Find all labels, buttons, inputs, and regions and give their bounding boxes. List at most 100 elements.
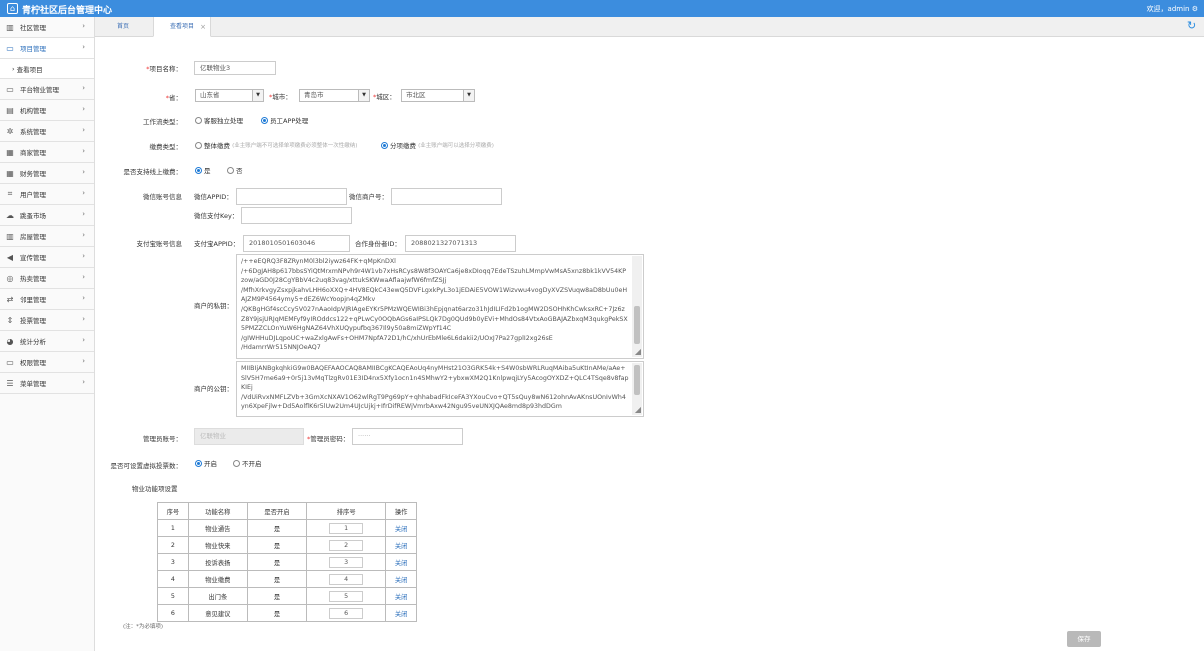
table-row: 2 物业快来是 2 关闭 <box>157 536 417 554</box>
virtual-vote-label: 是否可设置虚拟投票数： <box>110 462 183 470</box>
chevron-right-icon: › <box>82 252 85 260</box>
wechat-info-label: 微信账号信息 <box>143 193 182 201</box>
close-link[interactable]: 关闭 <box>385 553 417 571</box>
sort-input[interactable]: 1 <box>329 522 364 534</box>
sort-input[interactable]: 6 <box>329 607 364 619</box>
sort-input[interactable]: 3 <box>329 556 364 568</box>
wechat-key-input[interactable] <box>241 207 352 224</box>
sort-input[interactable]: 5 <box>329 590 364 602</box>
sidebar-item-house[interactable]: ▥ 房屋管理 › <box>0 226 94 247</box>
sidebar-item-merchant[interactable]: ▦ 商家管理 › <box>0 142 94 163</box>
workflow-radio-service[interactable]: 客服独立处理 <box>195 115 243 125</box>
welcome-text[interactable]: 欢迎，admin ⚙ <box>1147 4 1198 14</box>
save-button[interactable]: 保存 <box>1067 631 1101 647</box>
required-note: (注：*为必填项) <box>123 624 164 630</box>
district-select[interactable]: 市北区 ▼ <box>401 89 475 102</box>
crop-icon: ⌗ <box>7 189 13 198</box>
payment-radio-whole[interactable]: 整体缴费 (业主账户端不可选择单项缴费必须整体一次性缴纳) <box>195 140 357 150</box>
resize-handle-icon[interactable]: ◢ <box>635 406 641 414</box>
table-row: 3 投诉表扬是 3 关闭 <box>157 553 417 571</box>
alipay-info-label: 支付宝账号信息 <box>136 240 183 248</box>
feature-table: 序号 功能名称 是否开启 排序号 操作 1 物业通告是 1 关闭 2 物业快来是 2 关闭 … <box>157 502 417 622</box>
sidebar-item-community[interactable]: ▥ 社区管理 › <box>0 17 94 38</box>
table-header: 功能名称 <box>187 502 248 520</box>
private-key-textarea[interactable]: /++eEQRQ3F8ZRynM0l3bl2iywz64FK+qMpKnDXl … <box>236 254 644 359</box>
close-link[interactable]: 关闭 <box>385 587 417 605</box>
sidebar-item-finance[interactable]: ▦ 财务管理 › <box>0 163 94 184</box>
sort-input[interactable]: 2 <box>329 539 364 551</box>
tab-view-project[interactable]: 查看项目 × <box>153 17 212 37</box>
table-header: 操作 <box>385 502 417 520</box>
chevron-right-icon: › <box>82 84 85 92</box>
sidebar-item-platform-property[interactable]: ▭ 平台物业管理 › <box>0 79 94 100</box>
table-header: 序号 <box>157 502 189 520</box>
close-link[interactable]: 关闭 <box>385 604 417 622</box>
public-key-label: 商户的公钥： <box>194 385 233 393</box>
close-link[interactable]: 关闭 <box>385 519 417 537</box>
chevron-right-icon: › <box>82 22 85 30</box>
online-radio-yes[interactable]: 是 <box>195 165 211 175</box>
list-icon: ☰ <box>6 378 14 388</box>
alipay-partner-input[interactable]: 2088021327071313 <box>405 235 516 252</box>
city-label: *城市： <box>269 93 292 101</box>
province-label: *省： <box>165 94 182 102</box>
exchange-icon: ⇄ <box>6 294 14 304</box>
online-radio-no[interactable]: 否 <box>227 165 243 175</box>
sidebar-item-neighbor[interactable]: ⇄ 邻里管理 › <box>0 289 94 310</box>
virtual-radio-off[interactable]: 不开启 <box>233 458 262 468</box>
admin-password-input[interactable]: ······ <box>352 428 463 445</box>
province-select[interactable]: 山东省 ▼ <box>195 89 264 102</box>
close-link[interactable]: 关闭 <box>385 570 417 588</box>
resize-handle-icon[interactable]: ◢ <box>635 348 641 356</box>
payment-radio-itemized[interactable]: 分项缴费 (业主账户端可以选择分项缴费) <box>381 140 494 150</box>
wechat-mch-input[interactable] <box>391 188 502 205</box>
sidebar-item-permission[interactable]: ▭ 权限管理 › <box>0 352 94 373</box>
sidebar-item-hot-sale[interactable]: ◎ 热卖管理 › <box>0 268 94 289</box>
sidebar-item-vote[interactable]: ⇕ 投票管理 › <box>0 310 94 331</box>
sidebar-item-menu[interactable]: ☰ 菜单管理 › <box>0 373 94 394</box>
admin-account-input[interactable]: 亿联物业 <box>194 428 304 445</box>
sidebar-item-flea-market[interactable]: ☁ 跳蚤市场 › <box>0 205 94 226</box>
scrollbar[interactable] <box>632 256 642 357</box>
alipay-appid-input[interactable]: 2018010501603046 <box>243 235 350 252</box>
refresh-icon[interactable]: ↻ <box>1187 20 1198 31</box>
city-select[interactable]: 青岛市 ▼ <box>299 89 370 102</box>
project-name-input[interactable]: 亿联物业3 <box>194 61 276 75</box>
wechat-appid-input[interactable] <box>236 188 347 205</box>
alipay-partner-label: 合作身份者ID： <box>355 240 401 248</box>
admin-account-label: 管理员账号： <box>143 435 182 443</box>
store-icon: ▦ <box>6 147 14 157</box>
chevron-right-icon: › <box>82 336 85 344</box>
desktop-icon: ▭ <box>6 84 14 94</box>
table-header: 是否开启 <box>246 502 308 520</box>
sidebar-subitem-view-project[interactable]: › 查看项目 <box>0 59 94 79</box>
chevron-right-icon: › <box>82 294 85 302</box>
sidebar-item-project[interactable]: ▭ 项目管理 › <box>0 38 94 59</box>
dropdown-icon: ▼ <box>358 90 369 101</box>
sidebar-item-system[interactable]: ✲ 系统管理 › <box>0 121 94 142</box>
wechat-appid-label: 微信APPID： <box>194 193 233 201</box>
virtual-radio-on[interactable]: 开启 <box>195 458 217 468</box>
bank-icon: ▥ <box>6 231 14 241</box>
sidebar-item-stats[interactable]: ◕ 统计分析 › <box>0 331 94 352</box>
workflow-label: 工作流类型： <box>143 118 182 126</box>
project-name-label: *项目名称： <box>146 65 182 73</box>
table-header: 排序号 <box>306 502 387 520</box>
building-icon: ▤ <box>6 105 14 115</box>
tab-home[interactable]: 首页 <box>101 17 145 37</box>
public-key-textarea[interactable]: MIIBIjANBgkqhkiG9w0BAQEFAAOCAQ8AMIIBCgKC… <box>236 361 644 417</box>
close-link[interactable]: 关闭 <box>385 536 417 554</box>
chevron-right-icon: › <box>82 231 85 239</box>
wechat-mch-label: 微信商户号： <box>349 193 388 201</box>
sidebar-item-org[interactable]: ▤ 机构管理 › <box>0 100 94 121</box>
tree-icon: ⌂ <box>7 3 18 14</box>
workflow-radio-staff-app[interactable]: 员工APP处理 <box>261 115 308 125</box>
sidebar-item-promo[interactable]: ◀ 宣传管理 › <box>0 247 94 268</box>
sort-icon: ⇕ <box>6 315 14 325</box>
sort-input[interactable]: 4 <box>329 573 364 585</box>
tab-bar: 首页 查看项目 × ↻ <box>95 17 1204 37</box>
close-icon[interactable]: × <box>200 17 206 37</box>
sidebar-item-user[interactable]: ⌗ 用户管理 › <box>0 184 94 205</box>
chevron-right-icon: › <box>82 378 85 386</box>
online-payment-label: 是否支持线上缴费： <box>123 168 183 176</box>
